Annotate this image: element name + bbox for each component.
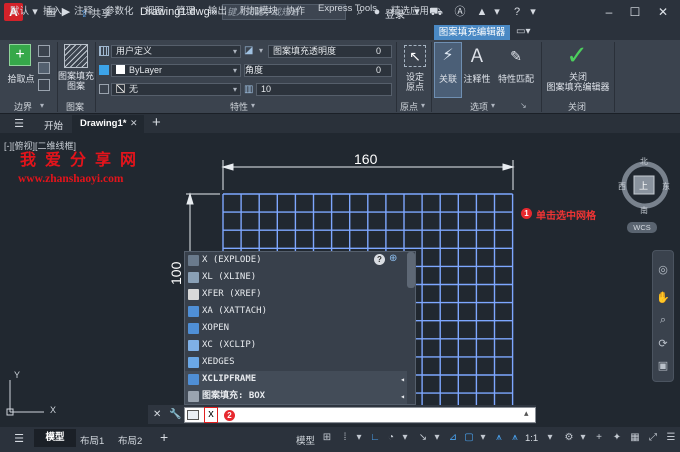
autocomplete-item-label: XA (XATTACH) bbox=[202, 306, 268, 316]
autocad-window: A ▾ ▤ ▶ ⇪ 共享 Drawing1.dwg » 键入关键字或短语 ⌕ ●… bbox=[0, 0, 680, 452]
autocomplete-item-label: XFER (XREF) bbox=[202, 289, 262, 299]
submenu-arrow-icon: ◂ bbox=[400, 392, 405, 401]
ucs-icon bbox=[6, 380, 44, 416]
autocomplete-item-label: XCLIPFRAME bbox=[202, 374, 257, 384]
layout-menu-icon[interactable]: ☰ bbox=[12, 432, 26, 446]
isodraft-icon[interactable]: ↘ bbox=[416, 431, 430, 445]
autocomplete-item-label: X (EXPLODE) bbox=[202, 255, 262, 265]
close-cmd-icon[interactable]: ✕ bbox=[153, 409, 161, 420]
isolate-objects-icon[interactable]: ✦ bbox=[610, 431, 624, 445]
step-badge-1: 1 bbox=[521, 208, 532, 219]
autocomplete-item-label: XL (XLINE) bbox=[202, 272, 257, 282]
polar-chevron-icon[interactable]: ▾ bbox=[398, 431, 412, 445]
command-prompt-icon bbox=[187, 410, 199, 420]
command-icon bbox=[188, 340, 199, 351]
object-snap-tracking-icon[interactable]: ⊿ bbox=[446, 431, 460, 445]
instruction-note: 单击选中网格 bbox=[536, 211, 596, 222]
add-icon[interactable]: + bbox=[592, 431, 606, 445]
viewcube-top-face[interactable]: 上 bbox=[639, 179, 648, 192]
viewcube-south[interactable]: 南 bbox=[640, 205, 648, 216]
help-icon[interactable]: ? bbox=[374, 254, 385, 265]
graphics-performance-icon[interactable]: ▦ bbox=[628, 431, 642, 445]
snap-icon[interactable]: ⁞ bbox=[338, 431, 352, 445]
annotation-visibility-icon[interactable]: ⩚ bbox=[492, 431, 506, 445]
settings-chevron-icon[interactable]: ▾ bbox=[576, 431, 590, 445]
pan-icon[interactable]: ✋ bbox=[655, 290, 671, 306]
auto-scale-icon[interactable]: ⩚ bbox=[508, 431, 522, 445]
autocomplete-item[interactable]: 图案填充: BOX ◂ bbox=[185, 388, 407, 404]
step-badge-2: 2 bbox=[224, 410, 235, 421]
command-icon bbox=[188, 255, 199, 266]
autocomplete-item[interactable]: XEDGES bbox=[185, 354, 407, 371]
command-icon bbox=[188, 323, 199, 334]
command-icon bbox=[188, 374, 199, 385]
command-icon bbox=[188, 289, 199, 300]
autocomplete-item[interactable]: XC (XCLIP) bbox=[185, 337, 407, 354]
isodraft-chevron-icon[interactable]: ▾ bbox=[430, 431, 444, 445]
zoom-icon[interactable]: ⌕ bbox=[655, 312, 671, 328]
dimension-width-label: 160 bbox=[354, 151, 378, 167]
autocomplete-item-label: XEDGES bbox=[202, 357, 235, 367]
tab-model[interactable]: 模型 bbox=[34, 429, 76, 447]
command-history-icon[interactable]: ▴ bbox=[524, 408, 529, 419]
steering-wheel-icon[interactable]: ◎ bbox=[655, 262, 671, 278]
ucs-x-label: X bbox=[50, 405, 57, 415]
grid-icon[interactable]: ⊞ bbox=[320, 431, 334, 445]
autocomplete-item[interactable]: XA (XATTACH) bbox=[185, 303, 407, 320]
orbit-icon[interactable]: ⟳ bbox=[655, 336, 671, 352]
dimension-height-label: 100 bbox=[168, 261, 184, 285]
autocomplete-item[interactable]: XOPEN bbox=[185, 320, 407, 337]
autocomplete-item[interactable]: XFER (XREF) bbox=[185, 286, 407, 303]
object-snap-icon[interactable]: ▢ bbox=[462, 431, 476, 445]
fullscreen-icon[interactable]: ⤢ bbox=[646, 431, 660, 445]
add-layout-icon[interactable]: + bbox=[160, 429, 168, 445]
ucs-y-label: Y bbox=[14, 370, 21, 380]
autocomplete-popup: X (EXPLODE) XL (XLINE) XFER (XREF) XA (XATT… bbox=[184, 251, 416, 405]
command-input[interactable] bbox=[184, 407, 536, 423]
command-icon bbox=[188, 391, 199, 402]
tab-layout2[interactable]: 布局2 bbox=[118, 433, 142, 447]
viewcube-north[interactable]: 北 bbox=[640, 156, 648, 167]
autocomplete-item[interactable]: XCLIPFRAME ◂ bbox=[185, 371, 407, 388]
osnap-chevron-icon[interactable]: ▾ bbox=[476, 431, 490, 445]
internet-search-icon[interactable]: ⊕ bbox=[389, 253, 401, 265]
tab-layout1[interactable]: 布局1 bbox=[80, 433, 104, 447]
ortho-icon[interactable]: ∟ bbox=[368, 431, 382, 445]
submenu-arrow-icon: ◂ bbox=[400, 375, 405, 384]
command-text[interactable]: x bbox=[204, 407, 218, 423]
command-icon bbox=[188, 306, 199, 317]
customization-icon[interactable]: ☰ bbox=[664, 431, 678, 445]
settings-icon[interactable]: ⚙ bbox=[562, 431, 576, 445]
autocomplete-item[interactable]: XL (XLINE) bbox=[185, 269, 407, 286]
autocomplete-item-label: 图案填充: BOX bbox=[202, 391, 266, 401]
showmotion-icon[interactable]: ▣ bbox=[655, 358, 671, 374]
scale-chevron-icon[interactable]: ▾ bbox=[543, 431, 557, 445]
wcs-menu[interactable]: WCS bbox=[627, 222, 657, 233]
customize-cmd-icon[interactable]: 🔧 bbox=[169, 409, 181, 420]
command-icon bbox=[188, 272, 199, 283]
command-icon bbox=[188, 357, 199, 368]
snap-chevron-icon[interactable]: ▾ bbox=[352, 431, 366, 445]
viewcube-east[interactable]: 东 bbox=[662, 181, 670, 192]
viewcube-west[interactable]: 西 bbox=[618, 181, 626, 192]
autocomplete-item-label: XOPEN bbox=[202, 323, 230, 333]
annotation-scale[interactable]: 1:1 bbox=[525, 433, 538, 444]
polar-icon[interactable]: ◔ bbox=[384, 431, 398, 445]
popup-scrollbar[interactable] bbox=[407, 252, 415, 288]
autocomplete-item-label: XC (XCLIP) bbox=[202, 340, 257, 350]
model-space-button[interactable]: 模型 bbox=[296, 433, 315, 447]
